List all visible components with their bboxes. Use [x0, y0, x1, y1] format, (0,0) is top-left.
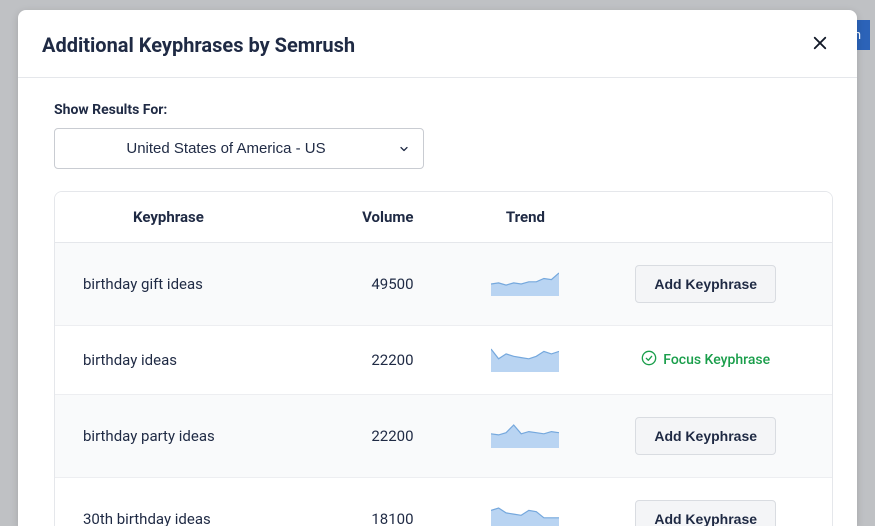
- trend-sparkline: [491, 507, 559, 526]
- trend-cell: [444, 507, 608, 526]
- trend-cell: [444, 348, 608, 372]
- modal-body: Show Results For: United States of Ameri…: [18, 78, 857, 526]
- trend-cell: [444, 424, 608, 448]
- trend-sparkline: [491, 272, 559, 296]
- volume-cell: 49500: [312, 275, 443, 293]
- volume-cell: 18100: [312, 510, 443, 526]
- keyphrase-table: Keyphrase Volume Trend birthday gift ide…: [54, 191, 833, 526]
- column-action: [607, 208, 804, 226]
- close-icon: [811, 34, 829, 55]
- column-keyphrase: Keyphrase: [83, 208, 312, 226]
- focus-keyphrase-text: Focus Keyphrase: [663, 352, 770, 368]
- add-keyphrase-button[interactable]: Add Keyphrase: [635, 500, 776, 526]
- volume-cell: 22200: [312, 427, 443, 445]
- volume-cell: 22200: [312, 351, 443, 369]
- table-row: 30th birthday ideas18100 Add Keyphrase: [55, 478, 832, 526]
- action-cell: Add Keyphrase: [607, 500, 804, 526]
- add-keyphrase-button[interactable]: Add Keyphrase: [635, 417, 776, 455]
- filter-label: Show Results For:: [54, 102, 833, 118]
- add-keyphrase-button[interactable]: Add Keyphrase: [635, 265, 776, 303]
- close-button[interactable]: [807, 30, 833, 59]
- keyphrase-cell: 30th birthday ideas: [83, 510, 312, 526]
- action-cell: Add Keyphrase: [607, 265, 804, 303]
- trend-sparkline: [491, 424, 559, 448]
- keyphrase-cell: birthday party ideas: [83, 427, 312, 445]
- table-header: Keyphrase Volume Trend: [55, 192, 832, 243]
- modal-header: Additional Keyphrases by Semrush: [18, 10, 857, 78]
- table-row: birthday ideas22200 Focus Keyphrase: [55, 326, 832, 395]
- column-trend: Trend: [444, 208, 608, 226]
- modal-title: Additional Keyphrases by Semrush: [42, 33, 355, 57]
- check-circle-icon: [641, 350, 657, 370]
- trend-sparkline: [491, 348, 559, 372]
- table-body: birthday gift ideas49500Add Keyphrasebir…: [55, 243, 832, 526]
- action-cell: Add Keyphrase: [607, 417, 804, 455]
- focus-keyphrase-label: Focus Keyphrase: [641, 350, 770, 370]
- table-row: birthday gift ideas49500 Add Keyphrase: [55, 243, 832, 326]
- country-select-wrap: United States of America - US: [54, 128, 424, 169]
- table-row: birthday party ideas22200 Add Keyphrase: [55, 395, 832, 478]
- action-cell: Focus Keyphrase: [607, 350, 804, 370]
- keyphrases-modal: Additional Keyphrases by Semrush Show Re…: [18, 10, 857, 526]
- keyphrase-cell: birthday ideas: [83, 351, 312, 369]
- trend-cell: [444, 272, 608, 296]
- country-select[interactable]: United States of America - US: [54, 128, 424, 169]
- keyphrase-cell: birthday gift ideas: [83, 275, 312, 293]
- column-volume: Volume: [312, 208, 443, 226]
